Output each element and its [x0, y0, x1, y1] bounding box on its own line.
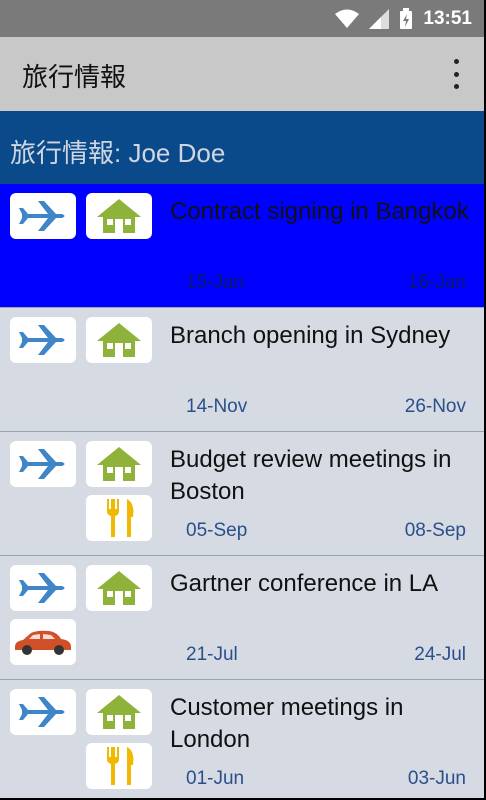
trip-row[interactable]: Budget review meetings in Boston 05-Sep 08…	[0, 432, 484, 556]
trip-end-date: 03-Jun	[407, 768, 466, 789]
trip-row[interactable]: Branch opening in Sydney 14-Nov 26-Nov	[0, 308, 484, 432]
signal-icon	[369, 8, 390, 29]
trip-end-date: 24-Jul	[414, 644, 466, 665]
trip-title: Budget review meetings in Boston	[170, 446, 452, 505]
trip-end-date: 26-Nov	[404, 396, 466, 417]
screen: 13:51 旅行情報 旅行情報: Joe Doe Contract signin…	[0, 0, 484, 798]
trip-row[interactable]: Contract signing in Bangkok 15-Jan 16-Jan	[0, 184, 484, 308]
wifi-icon	[335, 9, 360, 28]
app-bar: 旅行情報	[0, 37, 484, 112]
status-time: 13:51	[423, 7, 472, 29]
trip-start-date: 14-Nov	[186, 396, 248, 417]
trip-title: Gartner conference in LA	[170, 570, 439, 597]
overflow-menu-icon[interactable]	[446, 59, 466, 89]
home-icon	[86, 317, 152, 363]
plane-icon	[10, 441, 76, 487]
trip-row[interactable]: Customer meetings in London 01-Jun 03-Jun	[0, 680, 484, 798]
fork-knife-icon	[86, 495, 152, 541]
app-title: 旅行情報	[22, 62, 127, 92]
home-icon	[86, 441, 152, 487]
plane-icon	[10, 565, 76, 611]
trip-start-date: 01-Jun	[186, 768, 245, 789]
trip-start-date: 21-Jul	[186, 644, 238, 665]
trip-title: Customer meetings in London	[170, 694, 404, 753]
home-icon	[86, 689, 152, 735]
trip-end-date: 08-Sep	[404, 520, 466, 541]
trip-list: Contract signing in Bangkok 15-Jan 16-Jan B…	[0, 184, 484, 798]
plane-icon	[10, 193, 76, 239]
home-icon	[86, 193, 152, 239]
car-icon	[10, 619, 76, 665]
traveler-name: 旅行情報: Joe Doe	[10, 138, 226, 168]
trip-row[interactable]: Gartner conference in LA 21-Jul 24-Jul	[0, 556, 484, 680]
fork-knife-icon	[86, 743, 152, 789]
trip-title: Branch opening in Sydney	[170, 322, 451, 349]
plane-icon	[10, 317, 76, 363]
home-icon	[86, 565, 152, 611]
plane-icon	[10, 689, 76, 735]
traveler-header: 旅行情報: Joe Doe	[0, 111, 484, 184]
battery-charging-icon	[400, 7, 413, 29]
trip-end-date: 16-Jan	[407, 272, 466, 293]
status-bar: 13:51	[0, 0, 484, 37]
trip-start-date: 15-Jan	[186, 272, 245, 293]
trip-title: Contract signing in Bangkok	[170, 198, 469, 225]
trip-start-date: 05-Sep	[186, 520, 248, 541]
